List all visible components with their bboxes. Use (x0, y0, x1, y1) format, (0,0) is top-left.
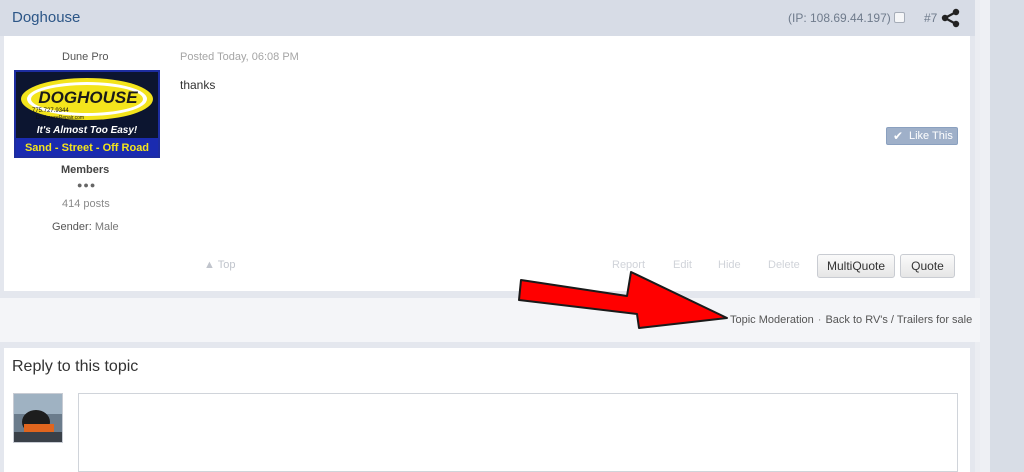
like-label: Like This (909, 130, 953, 142)
post-content: thanks (180, 78, 216, 92)
logo-tagline: It's Almost Too Easy! (37, 125, 138, 136)
back-to-top-link[interactable]: ▲ Top (204, 259, 235, 271)
post-count: 414 posts (62, 198, 110, 210)
reply-editor[interactable] (78, 393, 958, 472)
post-author-link[interactable]: Doghouse (12, 9, 80, 26)
user-photo (14, 394, 62, 442)
gender-label: Gender: (52, 221, 92, 233)
logo-phone: 775.727.9344 (32, 108, 69, 114)
moderation-checkbox[interactable] (894, 12, 905, 23)
author-avatar[interactable]: DOGHOUSE 775.727.9344 DoghouseRepair.com… (14, 70, 160, 158)
back-to-forum-link[interactable]: Back to RV's / Trailers for sale (825, 314, 972, 326)
check-icon: ✔ (893, 129, 904, 143)
member-group: Members (61, 164, 110, 176)
right-gutter (980, 0, 990, 472)
rank-pips: ●●● (77, 180, 97, 190)
post-date[interactable]: Posted Today, 06:08 PM (180, 51, 299, 63)
delete-link[interactable]: Delete (768, 259, 800, 271)
topic-moderation-link[interactable]: Topic Moderation (730, 314, 814, 326)
quote-button[interactable]: Quote (900, 254, 955, 278)
multiquote-button[interactable]: MultiQuote (817, 254, 895, 278)
current-user-avatar[interactable] (13, 393, 63, 443)
post-number-link[interactable]: #7 (924, 11, 937, 25)
ip-address[interactable]: (IP: 108.69.44.197) (788, 11, 891, 25)
reply-heading: Reply to this topic (12, 358, 139, 375)
share-icon[interactable] (941, 8, 961, 28)
author-rank-title: Dune Pro (62, 51, 109, 63)
red-arrow-annotation (518, 271, 728, 329)
right-sidebar-rail (990, 0, 1024, 472)
topic-footer-links: Topic Moderation · Back to RV's / Trailers… (730, 314, 972, 326)
gender-value: Male (94, 221, 119, 233)
logo-brand-text: DOGHOUSE (38, 88, 138, 107)
link-separator: · (817, 314, 822, 326)
gender-field: Gender: Male (52, 221, 119, 233)
like-button[interactable]: ✔ Like This (886, 127, 958, 145)
doghouse-logo: DOGHOUSE 775.727.9344 DoghouseRepair.com… (16, 72, 158, 156)
logo-banner: Sand - Street - Off Road (25, 142, 149, 154)
logo-site: DoghouseRepair.com (36, 115, 84, 121)
